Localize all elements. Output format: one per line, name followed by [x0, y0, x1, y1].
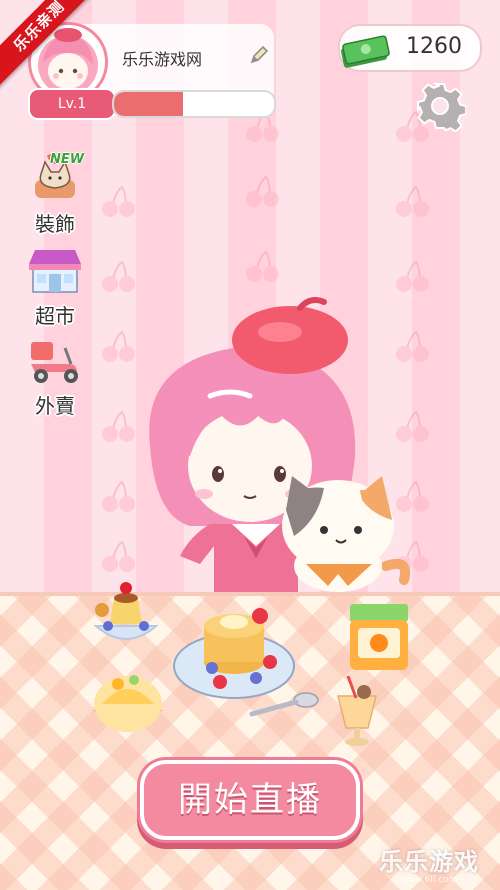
side-item-decorate[interactable]: NEW 裝飾: [18, 152, 92, 237]
side-item-supermarket[interactable]: 超市: [18, 246, 92, 329]
start-stream-label: 開始直播: [178, 780, 322, 820]
player-name: 乐乐游戏网: [122, 50, 203, 69]
watermark-title: 乐乐游戏: [379, 848, 479, 876]
side-item-label: 裝飾: [35, 212, 75, 236]
delivery-scooter-icon: [31, 342, 78, 383]
cherry-icon: [102, 185, 135, 217]
new-badge: NEW: [50, 152, 85, 167]
orange-drink[interactable]: [334, 676, 380, 748]
orange-jam-jar[interactable]: [344, 600, 414, 674]
currency-display[interactable]: 1260: [338, 24, 482, 72]
cherry-icon: [246, 175, 279, 207]
cherry-icon: [396, 410, 429, 442]
pencil-icon[interactable]: [248, 44, 270, 66]
player-profile[interactable]: 乐乐游戏网 Lv.1: [26, 22, 276, 122]
side-item-label: 外賣: [35, 394, 75, 418]
xp-progress-bar: [112, 90, 276, 118]
game-screen: 乐乐亲测 乐乐游戏网 Lv.1 1260 NEW 裝飾 超市 外賣 開始直播 乐…: [0, 0, 500, 890]
level-badge: Lv.1: [28, 88, 116, 120]
gear-icon[interactable]: [414, 80, 466, 132]
supermarket-icon: [29, 250, 81, 293]
cherry-icon: [396, 185, 429, 217]
cherry-icon: [396, 260, 429, 292]
money-stack-icon: [340, 35, 390, 68]
cat-pet[interactable]: [276, 470, 416, 598]
spoon[interactable]: [246, 690, 320, 720]
start-stream-button[interactable]: 開始直播: [140, 760, 360, 840]
site-watermark: 乐乐游戏 www.6ll.com: [364, 842, 494, 885]
mango-ice-bowl[interactable]: [88, 664, 168, 748]
currency-amount: 1260: [406, 34, 462, 59]
cherry-icon: [396, 330, 429, 362]
side-item-delivery[interactable]: 外賣: [18, 338, 92, 419]
xp-progress-fill: [114, 92, 183, 116]
side-item-label: 超市: [35, 304, 75, 328]
cherry-icon: [246, 250, 279, 282]
cherry-icon: [102, 260, 135, 292]
pudding-dessert[interactable]: [86, 574, 166, 654]
